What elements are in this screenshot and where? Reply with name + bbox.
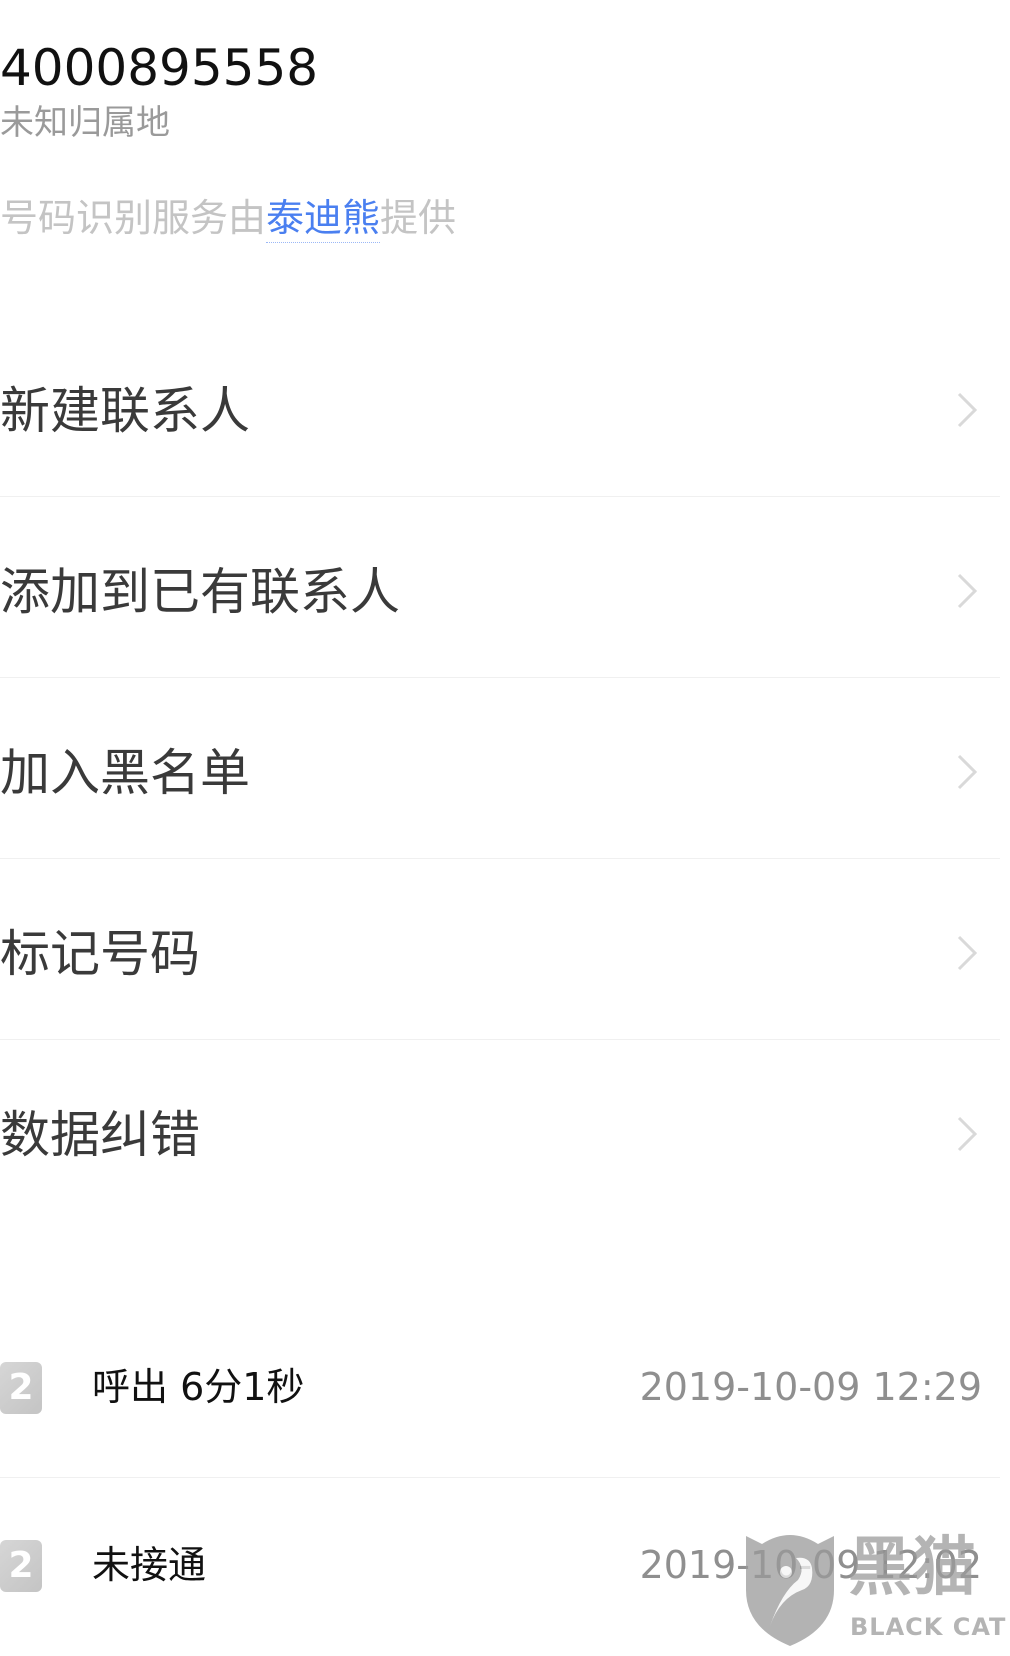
menu-item-data-correction[interactable]: 数据纠错: [0, 1040, 1010, 1221]
menu-item-label: 数据纠错: [0, 1106, 200, 1164]
menu-item-add-to-existing-contact[interactable]: 添加到已有联系人: [0, 497, 1010, 678]
provider-suffix: 提供: [380, 196, 457, 240]
menu-item-add-to-blacklist[interactable]: 加入黑名单: [0, 678, 1010, 859]
phone-number: 4000895558: [0, 39, 319, 97]
sim-2-icon: 2: [0, 1362, 42, 1414]
menu-item-label: 添加到已有联系人: [0, 563, 400, 621]
black-cat-shield-icon: [746, 1535, 834, 1646]
menu-item-mark-number[interactable]: 标记号码: [0, 859, 1010, 1040]
provider-link[interactable]: 泰迪熊: [266, 196, 381, 243]
action-menu: 新建联系人 添加到已有联系人 加入黑名单 标记号码 数据纠错: [0, 316, 1010, 1221]
phone-location: 未知归属地: [0, 103, 170, 143]
provider-prefix: 号码识别服务由: [0, 196, 267, 240]
chevron-right-icon: [957, 392, 978, 428]
call-time: 2019-10-09 12:29: [639, 1365, 982, 1409]
menu-item-new-contact[interactable]: 新建联系人: [0, 316, 1010, 497]
menu-item-label: 标记号码: [0, 925, 200, 983]
menu-item-label: 加入黑名单: [0, 744, 250, 802]
sim-2-icon: 2: [0, 1540, 42, 1592]
call-log-entry[interactable]: 2 呼出 6分1秒 2019-10-09 12:29: [0, 1300, 1010, 1478]
chevron-right-icon: [957, 1116, 978, 1152]
menu-item-label: 新建联系人: [0, 382, 250, 440]
call-description: 未接通: [92, 1543, 207, 1587]
chevron-right-icon: [957, 573, 978, 609]
watermark-en: BLACK CAT: [850, 1613, 1007, 1641]
watermark-cn: 黑猫: [848, 1531, 976, 1605]
black-cat-watermark: 黑猫 BLACK CAT: [740, 1528, 1010, 1651]
call-description: 呼出 6分1秒: [92, 1365, 305, 1409]
chevron-right-icon: [957, 754, 978, 790]
provider-note: 号码识别服务由泰迪熊提供: [0, 194, 457, 243]
chevron-right-icon: [957, 935, 978, 971]
